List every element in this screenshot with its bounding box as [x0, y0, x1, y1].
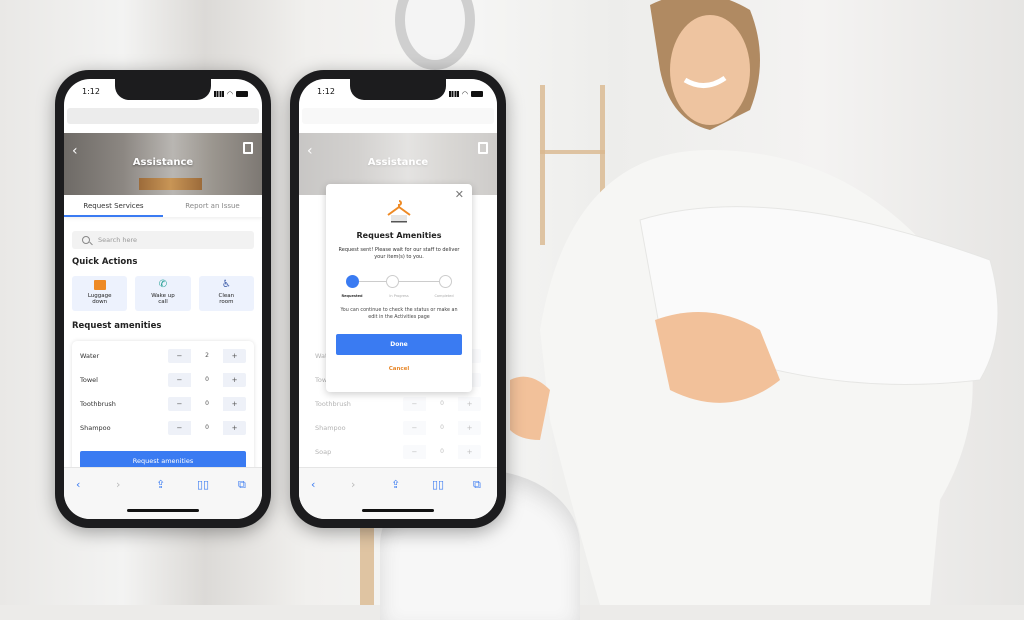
bookmarks-icon[interactable]: ▯▯	[432, 478, 444, 491]
tab-bar: Request Services Report an Issue	[64, 195, 262, 217]
search-placeholder: Search here	[98, 236, 138, 244]
increment-button[interactable]: +	[223, 397, 246, 411]
quantity-value[interactable]: 0	[190, 373, 224, 387]
battery-icon	[471, 91, 483, 97]
quick-action-label: call	[158, 299, 168, 306]
luggage-icon	[93, 280, 106, 290]
phone-screen: 1:12 ◠ ‹ Assistance Water−0+ Towel−0+ To…	[299, 79, 497, 519]
quantity-value[interactable]: 0	[190, 397, 224, 411]
amenity-name: Shampoo	[80, 424, 111, 432]
signal-icon	[213, 91, 224, 97]
step-label: Requested	[341, 294, 363, 298]
phone-request-confirmation: 1:12 ◠ ‹ Assistance Water−0+ Towel−0+ To…	[290, 70, 506, 528]
bookmarks-icon[interactable]: ▯▯	[197, 478, 209, 491]
amenity-name: Towel	[80, 376, 98, 384]
step-in-progress-dot	[386, 275, 399, 288]
browser-toolbar: ‹ › ⇪ ▯▯ ⧉	[299, 467, 497, 519]
progress-tracker	[346, 275, 452, 289]
phone-screen: 1:12 ◠ ‹ Assistance Request Services Rep…	[64, 79, 262, 519]
quick-actions-heading: Quick Actions	[72, 257, 138, 267]
wifi-icon: ◠	[461, 90, 468, 98]
browser-back-icon[interactable]: ‹	[76, 478, 80, 491]
amenity-row: Water −2 +	[80, 348, 246, 364]
battery-icon	[236, 91, 248, 97]
amenity-row: Towel −0 +	[80, 372, 246, 388]
decrement-button[interactable]: −	[168, 373, 191, 387]
mirror	[395, 0, 475, 70]
close-icon[interactable]: ✕	[455, 188, 464, 201]
cancel-button[interactable]: Cancel	[326, 366, 472, 372]
step-completed-dot	[439, 275, 452, 288]
amenity-row: Toothbrush −0 +	[80, 396, 246, 412]
decrement-button[interactable]: −	[168, 349, 191, 363]
hanger-icon	[387, 200, 411, 223]
step-requested-dot	[346, 275, 359, 288]
status-time: 1:12	[317, 87, 335, 96]
decrement-button[interactable]: −	[168, 421, 191, 435]
phone-notch	[115, 79, 211, 100]
step-label: Completed	[434, 294, 454, 298]
banner-photo-counter	[139, 178, 202, 190]
home-indicator	[127, 509, 199, 512]
status-time: 1:12	[82, 87, 100, 96]
tab-report-issue[interactable]: Report an Issue	[163, 195, 262, 217]
woman-in-bathrobe-photo	[510, 0, 999, 605]
phone-call-icon: ✆	[158, 279, 168, 290]
quantity-stepper: −0+	[168, 373, 246, 387]
search-icon	[82, 236, 90, 244]
browser-forward-icon[interactable]: ›	[351, 478, 355, 491]
page-title: Assistance	[132, 157, 194, 168]
browser-toolbar: ‹ › ⇪ ▯▯ ⧉	[64, 467, 262, 519]
increment-button[interactable]: +	[223, 373, 246, 387]
share-icon[interactable]: ⇪	[156, 478, 165, 491]
increment-button[interactable]: +	[223, 349, 246, 363]
url-bar[interactable]	[67, 108, 259, 124]
amenity-name: Water	[80, 352, 100, 360]
tabs-icon[interactable]: ⧉	[473, 478, 481, 492]
browser-back-icon[interactable]: ‹	[311, 478, 315, 491]
share-icon[interactable]: ⇪	[391, 478, 400, 491]
quick-actions: Luggage down ✆ Wake up call ♿ Clean room	[72, 276, 254, 311]
amenities-heading: Request amenities	[72, 321, 162, 331]
signal-icon	[448, 91, 459, 97]
quick-action-label: room	[219, 299, 234, 306]
quantity-stepper: −2 +	[168, 349, 246, 363]
done-button[interactable]: Done	[336, 334, 462, 355]
browser-forward-icon[interactable]: ›	[116, 478, 120, 491]
step-label: In Progress	[389, 294, 409, 298]
phone-request-services: 1:12 ◠ ‹ Assistance Request Services Rep…	[55, 70, 271, 528]
quick-action-label: Clean	[218, 293, 235, 299]
phone-notch	[350, 79, 446, 100]
header-banner: ‹ Assistance	[64, 133, 262, 195]
quick-action-wake-up-call[interactable]: ✆ Wake up call	[135, 276, 191, 311]
quantity-stepper: −0+	[168, 421, 246, 435]
request-sent-modal: ✕ Request Amenities Request sent! Please…	[326, 184, 472, 392]
wifi-icon: ◠	[226, 90, 233, 98]
amenities-list: Water −2 + Towel −0 + Toothbrush −0 + Shamp…	[72, 341, 254, 477]
shelf-post	[360, 520, 374, 605]
quick-action-label: Luggage	[87, 293, 112, 299]
modal-message: Request sent! Please wait for our staff …	[338, 247, 460, 260]
cleaning-icon: ♿	[221, 279, 231, 290]
decrement-button[interactable]: −	[168, 397, 191, 411]
quick-action-label: Wake up	[151, 293, 175, 299]
quick-action-luggage[interactable]: Luggage down	[72, 276, 128, 311]
amenity-row: Shampoo −0 +	[80, 420, 246, 436]
quantity-stepper: −0+	[168, 397, 246, 411]
progress-line	[354, 281, 444, 282]
tab-request-services[interactable]: Request Services	[64, 195, 163, 217]
quick-action-label: down	[92, 299, 108, 306]
modal-note: You can continue to check the status or …	[340, 308, 458, 321]
quantity-value[interactable]: 0	[190, 421, 224, 435]
quick-action-clean-room[interactable]: ♿ Clean room	[198, 276, 254, 311]
tabs-icon[interactable]: ⧉	[238, 478, 246, 492]
search-input[interactable]: Search here	[72, 231, 254, 249]
home-indicator	[362, 509, 434, 512]
increment-button[interactable]: +	[223, 421, 246, 435]
quantity-value[interactable]: 2	[190, 349, 224, 363]
modal-title: Request Amenities	[356, 231, 442, 240]
amenity-name: Toothbrush	[80, 400, 116, 408]
clipboard-icon[interactable]	[243, 142, 253, 154]
